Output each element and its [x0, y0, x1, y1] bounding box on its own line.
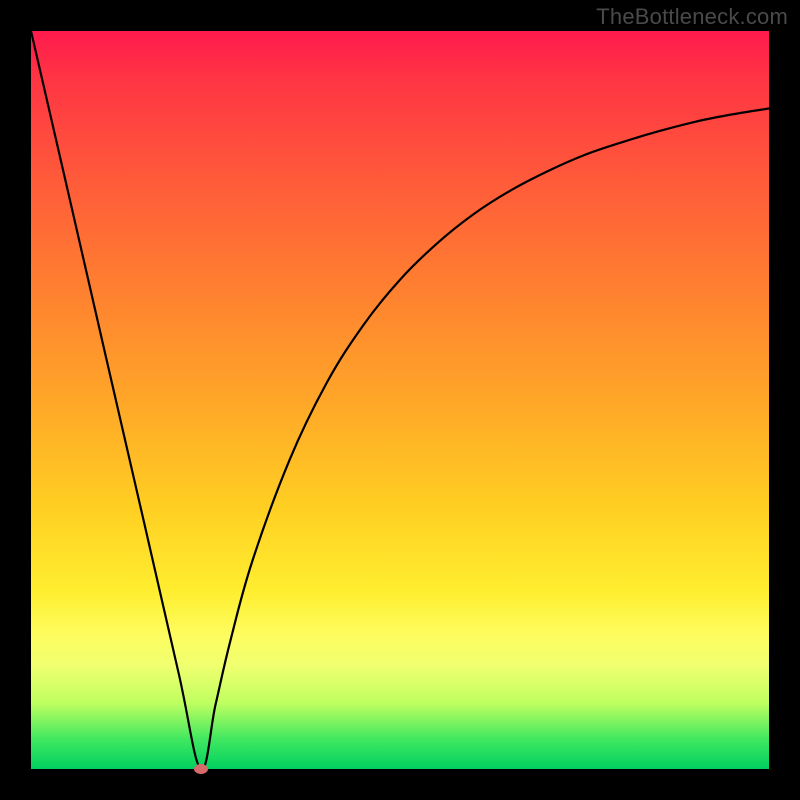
plot-area: [31, 31, 769, 769]
watermark-text: TheBottleneck.com: [596, 4, 788, 30]
curve-svg: [31, 31, 769, 769]
bottleneck-curve: [31, 31, 769, 769]
chart-frame: TheBottleneck.com: [0, 0, 800, 800]
optimum-marker: [194, 764, 208, 774]
